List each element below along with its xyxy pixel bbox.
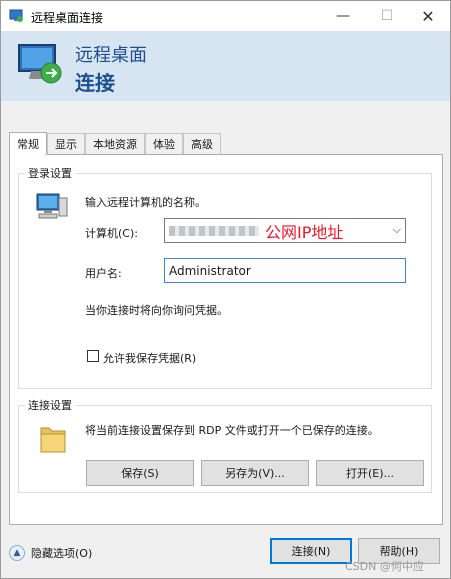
login-settings-title: 登录设置 bbox=[25, 165, 75, 181]
allow-save-credentials-checkbox[interactable] bbox=[87, 350, 99, 362]
connect-button[interactable]: 连接(N) bbox=[270, 538, 352, 564]
chevron-down-icon[interactable]: ⌵ bbox=[393, 223, 401, 237]
maximize-button[interactable]: ☐ bbox=[365, 1, 409, 31]
tab-strip: 常规 显示 本地资源 体验 高级 bbox=[9, 132, 221, 155]
header-banner: 远程桌面 连接 bbox=[1, 31, 450, 101]
computer-label: 计算机(C): bbox=[85, 227, 138, 240]
save-button[interactable]: 保存(S) bbox=[86, 460, 194, 486]
banner-title-line2: 连接 bbox=[75, 71, 115, 95]
hide-options-toggle[interactable]: ▲ 隐藏选项(O) bbox=[9, 545, 92, 561]
window-title: 远程桌面连接 bbox=[31, 11, 104, 25]
credentials-note: 当你连接时将向你询问凭据。 bbox=[85, 304, 228, 317]
chevron-up-icon[interactable]: ▲ bbox=[9, 545, 25, 561]
remote-desktop-app-icon bbox=[9, 9, 23, 22]
general-tab-panel: 登录设置 输入远程计算机的名称。 计算机(C): 公网IP地址 ⌵ 用户名: A… bbox=[9, 154, 443, 525]
title-bar: 远程桌面连接 — ☐ ✕ bbox=[1, 1, 450, 31]
close-button[interactable]: ✕ bbox=[406, 1, 450, 31]
redacted-text bbox=[169, 225, 259, 236]
minimize-button[interactable]: — bbox=[321, 1, 365, 31]
connection-settings-title: 连接设置 bbox=[25, 397, 75, 413]
rdp-window: 远程桌面连接 — ☐ ✕ 远程桌面 连接 常规 显示 本地资源 体验 高级 登录… bbox=[0, 0, 451, 579]
allow-save-credentials-label[interactable]: 允许我保存凭据(R) bbox=[103, 350, 196, 366]
folder-icon bbox=[40, 427, 66, 453]
open-button[interactable]: 打开(E)... bbox=[316, 460, 424, 486]
username-field[interactable]: Administrator bbox=[164, 258, 406, 283]
computer-prompt-text: 输入远程计算机的名称。 bbox=[85, 196, 206, 209]
banner-title-line1: 远程桌面 bbox=[75, 45, 147, 66]
save-as-button[interactable]: 另存为(V)... bbox=[201, 460, 309, 486]
tab-experience[interactable]: 体验 bbox=[145, 133, 183, 154]
tab-local-resources[interactable]: 本地资源 bbox=[85, 133, 145, 154]
login-settings-group: 登录设置 输入远程计算机的名称。 计算机(C): 公网IP地址 ⌵ 用户名: A… bbox=[18, 165, 432, 389]
computer-icon bbox=[36, 193, 68, 219]
username-label: 用户名: bbox=[85, 267, 122, 280]
watermark: CSDN @何中应 bbox=[345, 560, 424, 573]
computer-combobox[interactable]: 公网IP地址 ⌵ bbox=[164, 218, 406, 243]
tab-display[interactable]: 显示 bbox=[47, 133, 85, 154]
tab-general[interactable]: 常规 bbox=[9, 132, 47, 155]
connection-description: 将当前连接设置保存到 RDP 文件或打开一个已保存的连接。 bbox=[85, 424, 379, 437]
hide-options-label[interactable]: 隐藏选项(O) bbox=[31, 545, 92, 561]
computer-value-annotation: 公网IP地址 bbox=[265, 222, 344, 242]
tab-advanced[interactable]: 高级 bbox=[183, 133, 221, 154]
remote-desktop-monitor-icon bbox=[18, 44, 62, 84]
connection-settings-group: 连接设置 将当前连接设置保存到 RDP 文件或打开一个已保存的连接。 保存(S)… bbox=[18, 397, 432, 493]
